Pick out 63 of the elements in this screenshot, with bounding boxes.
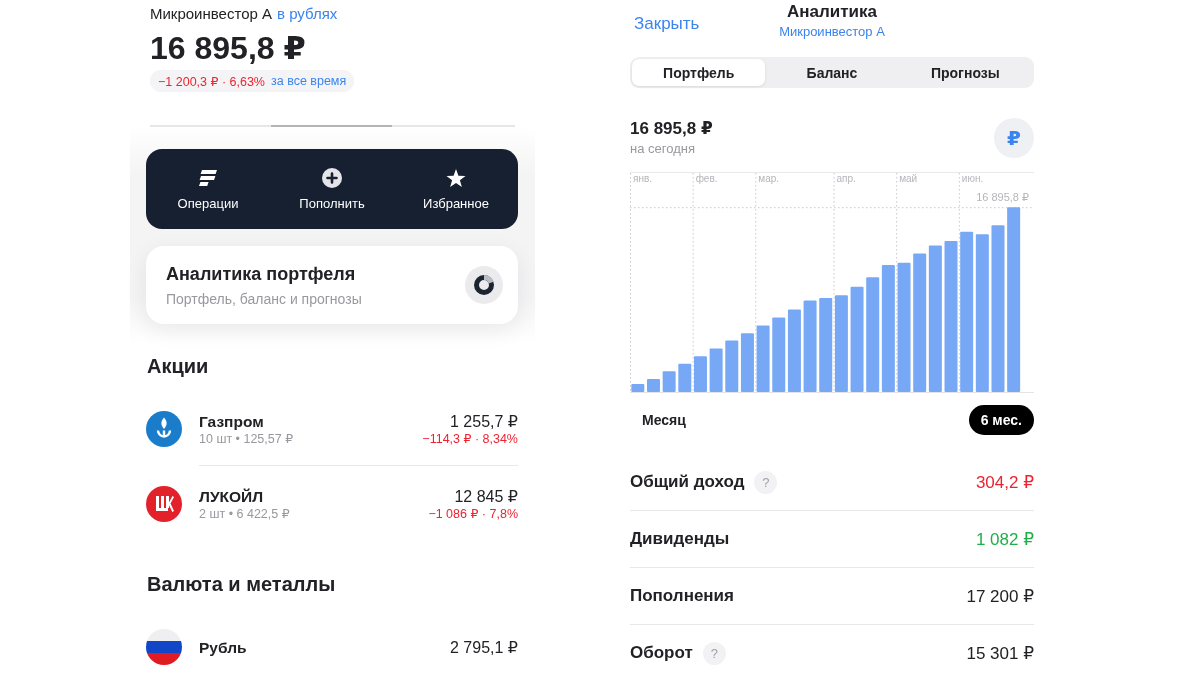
- stat-label: Пополнения: [630, 586, 734, 606]
- stat-value: 17 200 ₽: [966, 585, 1034, 607]
- stat-label: Общий доход: [630, 472, 745, 492]
- card-subtitle: Портфель, баланс и прогнозы: [166, 289, 362, 308]
- chart-bar: [693, 356, 707, 392]
- stacked-bars-icon: [199, 170, 217, 186]
- asset-change: −114,3 ₽ · 8,34%: [422, 430, 518, 447]
- axis-label: янв.: [633, 173, 653, 184]
- axis-label: май: [899, 173, 918, 184]
- star-icon: [446, 168, 466, 188]
- chart-bar: [678, 363, 692, 392]
- axis-label: фев.: [695, 173, 718, 184]
- total-caption: на сегодня: [630, 139, 695, 158]
- asset-details: 10 шт • 125,57 ₽: [199, 430, 294, 447]
- asset-name: ЛУКОЙЛ: [199, 486, 264, 506]
- period-tab[interactable]: Месяц: [630, 405, 698, 435]
- portfolio-total: 16 895,8 ₽: [630, 118, 713, 139]
- value-label: 16 895,8 ₽: [976, 191, 1029, 204]
- stat-value: 1 082 ₽: [975, 528, 1034, 550]
- axis-label: апр.: [836, 173, 856, 184]
- action-button[interactable]: Избранное: [423, 168, 489, 212]
- portfolio-total: 16 895,8 ₽: [150, 29, 306, 67]
- currency-link[interactable]: в рублях: [277, 4, 338, 24]
- action-button[interactable]: Пополнить: [299, 168, 365, 212]
- asset-name: Рубль: [199, 637, 247, 657]
- screen-subtitle: Микроинвестор А: [779, 24, 885, 40]
- tab[interactable]: Портфель: [632, 59, 766, 86]
- stat-value: 15 301 ₽: [966, 642, 1034, 664]
- close-button[interactable]: Закрыть: [634, 14, 700, 34]
- chart-bar: [709, 348, 723, 392]
- asset-details: 2 шт • 6 422,5 ₽: [199, 505, 290, 522]
- axis-label: июн.: [961, 173, 984, 184]
- asset-change: −1 086 ₽ · 7,8%: [428, 505, 518, 522]
- card-title: Аналитика портфеля: [166, 262, 357, 285]
- section-title: Валюта и металлы: [147, 572, 336, 597]
- tab[interactable]: Прогнозы: [898, 59, 1032, 86]
- donut-chart-icon[interactable]: [465, 266, 503, 304]
- flag-icon: [146, 629, 182, 665]
- action-button[interactable]: Операции: [177, 168, 239, 212]
- chart-bar: [740, 333, 754, 392]
- flame-logo-icon: [146, 411, 182, 447]
- account-name: Микроинвестор А: [150, 4, 272, 24]
- period-tab[interactable]: 6 мес.: [968, 405, 1034, 435]
- company-logo-icon: [146, 486, 182, 522]
- screen-title: Аналитика: [787, 2, 877, 22]
- asset-value: 1 255,7 ₽: [450, 411, 518, 431]
- section-title: Акции: [147, 354, 209, 379]
- axis-label: мар.: [758, 173, 780, 184]
- total-change: −1 200,3 ₽ · 6,63%: [158, 73, 265, 89]
- chart-bar: [647, 379, 660, 392]
- stat-label: Дивиденды: [630, 529, 730, 549]
- tab[interactable]: Баланс: [765, 59, 899, 86]
- chart-bar: [756, 325, 770, 392]
- chart-bar: [631, 384, 645, 392]
- stat-value: 304,2 ₽: [975, 471, 1034, 493]
- chart-bar: [725, 340, 739, 392]
- chart-bar: [662, 371, 676, 392]
- asset-name: Газпром: [199, 411, 264, 431]
- asset-value: 2 795,1 ₽: [450, 637, 518, 657]
- stat-label: Оборот: [630, 643, 693, 663]
- plus-circle-icon: [322, 168, 342, 188]
- analytics-card[interactable]: Аналитика портфеля Портфель, баланс и прогнозы: [146, 246, 518, 324]
- asset-value: 12 845 ₽: [454, 486, 518, 506]
